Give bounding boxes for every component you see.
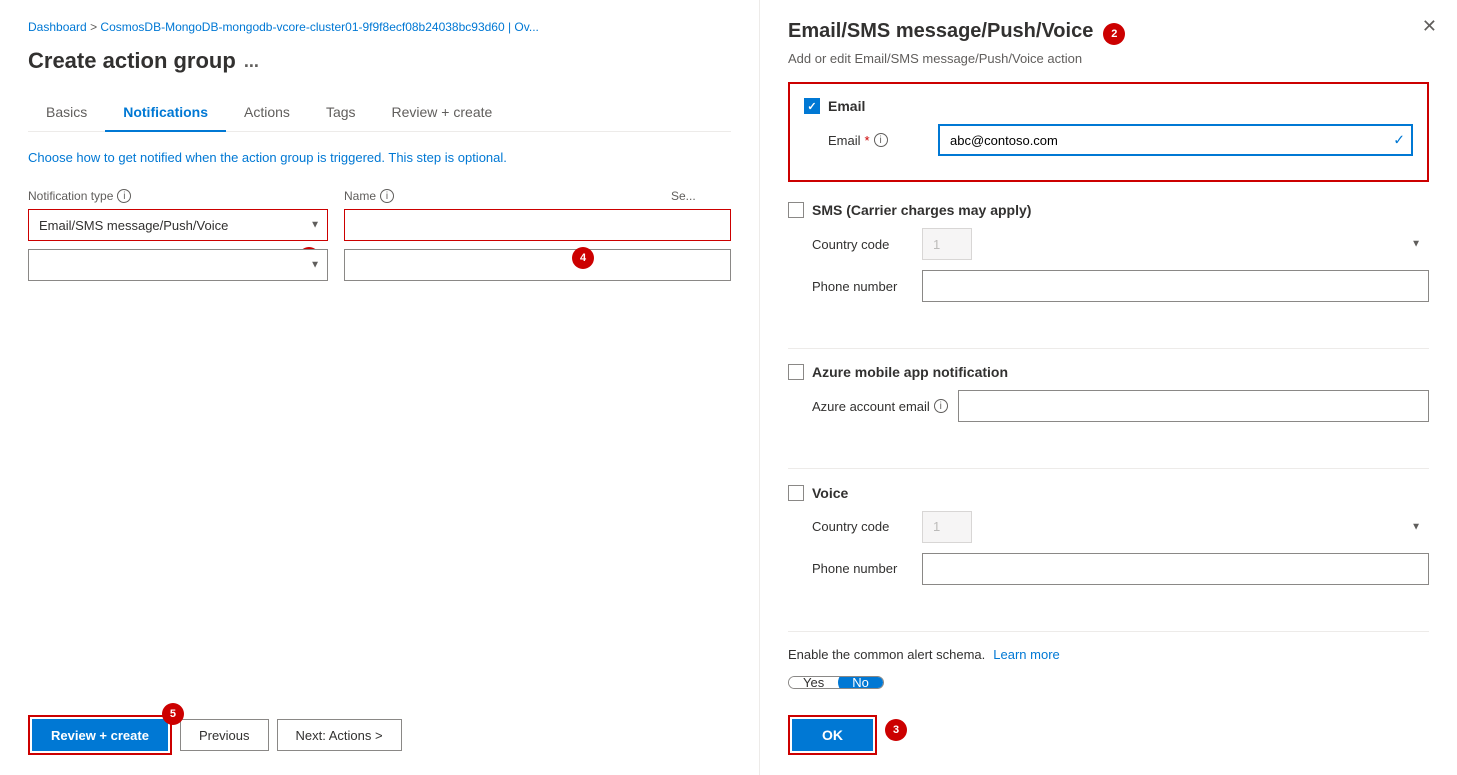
step-description: Choose how to get notified when the acti… [28, 150, 731, 165]
alert-schema-row: Enable the common alert schema. Learn mo… [788, 647, 1429, 662]
sms-checkbox[interactable] [788, 202, 804, 218]
next-actions-button[interactable]: Next: Actions > [277, 719, 402, 751]
step-badge-3: 3 [885, 719, 907, 741]
notification-type-select-wrapper-2: ▼ [28, 249, 328, 281]
review-create-border: Review + create [28, 715, 172, 755]
toggle-yes-button[interactable]: Yes [789, 676, 838, 689]
left-panel: Dashboard > CosmosDB-MongoDB-mongodb-vco… [0, 0, 760, 775]
table-row: ▼ [28, 249, 731, 281]
step-badge-5: 5 [162, 703, 184, 725]
email-field-row: Email * i ✓ [804, 124, 1413, 156]
review-create-button[interactable]: Review + create [32, 719, 168, 751]
ok-button-border: OK [788, 715, 877, 755]
azure-account-email-input[interactable] [958, 390, 1429, 422]
panel-title: Email/SMS message/Push/Voice [788, 20, 1093, 43]
notification-rows: Email/SMS message/Push/Voice ▼ 1 4 ▼ [28, 209, 731, 281]
notification-type-select-wrapper: Email/SMS message/Push/Voice ▼ [28, 209, 328, 241]
col-type-header: Notification type i [28, 189, 328, 203]
sms-section: SMS (Carrier charges may apply) Country … [788, 202, 1429, 312]
learn-more-link[interactable]: Learn more [993, 647, 1059, 662]
email-input[interactable] [938, 124, 1413, 156]
table-header: Notification type i Name i Se... [28, 189, 731, 203]
voice-country-label: Country code [812, 519, 912, 534]
notification-type-info-icon[interactable]: i [117, 189, 131, 203]
sms-checkbox-row: SMS (Carrier charges may apply) [788, 202, 1429, 218]
tabs: Basics Notifications Actions Tags Review… [28, 94, 731, 132]
close-panel-button[interactable]: ✕ [1422, 16, 1437, 37]
sms-country-chevron-icon: ▼ [1411, 239, 1421, 250]
azure-app-section-title: Azure mobile app notification [812, 364, 1008, 380]
azure-app-checkbox[interactable] [788, 364, 804, 380]
bottom-buttons: Review + create 5 Previous Next: Actions… [28, 685, 731, 755]
breadcrumb-dashboard[interactable]: Dashboard [28, 20, 87, 34]
ok-button[interactable]: OK [792, 719, 873, 751]
col-se-header: Se... [671, 189, 731, 203]
voice-checkbox-row: Voice [788, 485, 1429, 501]
breadcrumb-resource[interactable]: CosmosDB-MongoDB-mongodb-vcore-cluster01… [100, 20, 538, 34]
voice-country-code-select: 1 [922, 511, 972, 543]
azure-account-email-row: Azure account email i [788, 390, 1429, 422]
alert-schema-label: Enable the common alert schema. [788, 647, 985, 662]
sms-phone-label: Phone number [812, 279, 912, 294]
notification-type-select-row2[interactable] [28, 249, 328, 281]
panel-subtitle: Add or edit Email/SMS message/Push/Voice… [788, 51, 1125, 66]
ok-button-area: OK 3 [788, 705, 1429, 755]
sms-country-label: Country code [812, 237, 912, 252]
email-input-wrapper: ✓ [938, 124, 1413, 156]
email-section: Email Email * i ✓ [788, 82, 1429, 182]
email-checkbox[interactable] [804, 98, 820, 114]
right-panel: Email/SMS message/Push/Voice 2 Add or ed… [760, 0, 1457, 775]
azure-account-email-label: Azure account email i [812, 399, 948, 414]
panel-header: Email/SMS message/Push/Voice 2 Add or ed… [788, 20, 1429, 82]
email-section-title: Email [828, 98, 865, 114]
alert-schema-toggle: Yes No [788, 676, 884, 689]
azure-email-info-icon[interactable]: i [934, 399, 948, 413]
email-info-icon[interactable]: i [874, 133, 888, 147]
sms-country-code-row: Country code 1 ▼ [788, 228, 1429, 260]
tab-notifications[interactable]: Notifications [105, 94, 226, 132]
breadcrumb: Dashboard > CosmosDB-MongoDB-mongodb-vco… [28, 20, 731, 34]
sms-section-title: SMS (Carrier charges may apply) [812, 202, 1031, 218]
notification-type-select-row1[interactable]: Email/SMS message/Push/Voice [28, 209, 328, 241]
previous-button[interactable]: Previous [180, 719, 269, 751]
voice-country-code-wrapper: 1 ▼ [922, 511, 1429, 543]
col-name-header: Name i [344, 189, 655, 203]
sms-country-code-wrapper: 1 ▼ [922, 228, 1429, 260]
tab-actions[interactable]: Actions [226, 94, 308, 132]
tab-basics[interactable]: Basics [28, 94, 105, 132]
required-star: * [865, 133, 870, 148]
voice-section-title: Voice [812, 485, 848, 501]
voice-country-chevron-icon: ▼ [1411, 521, 1421, 532]
name-info-icon[interactable]: i [380, 189, 394, 203]
sms-phone-input[interactable] [922, 270, 1429, 302]
table-row: Email/SMS message/Push/Voice ▼ 1 4 [28, 209, 731, 241]
notification-name-input-row1[interactable] [344, 209, 731, 241]
step-badge-4: 4 [572, 247, 594, 269]
voice-checkbox[interactable] [788, 485, 804, 501]
tab-review-create[interactable]: Review + create [374, 94, 511, 132]
voice-phone-row: Phone number [788, 553, 1429, 585]
step-badge-2: 2 [1103, 23, 1125, 45]
page-title-more[interactable]: ... [244, 51, 259, 72]
review-create-wrapper: Review + create 5 [28, 715, 172, 755]
panel-title-group: Email/SMS message/Push/Voice 2 Add or ed… [788, 20, 1125, 82]
azure-app-section: Azure mobile app notification Azure acco… [788, 364, 1429, 432]
check-icon: ✓ [1393, 132, 1405, 149]
page-title: Create action group ... [28, 48, 731, 74]
tab-tags[interactable]: Tags [308, 94, 374, 132]
toggle-no-button[interactable]: No [838, 676, 883, 689]
email-checkbox-row: Email [804, 98, 1413, 114]
sms-phone-row: Phone number [788, 270, 1429, 302]
sms-country-code-select: 1 [922, 228, 972, 260]
azure-app-checkbox-row: Azure mobile app notification [788, 364, 1429, 380]
notification-name-input-row2[interactable] [344, 249, 731, 281]
voice-section: Voice Country code 1 ▼ Phone number [788, 485, 1429, 595]
voice-phone-input[interactable] [922, 553, 1429, 585]
voice-phone-label: Phone number [812, 561, 912, 576]
email-field-label: Email * i [828, 133, 928, 148]
voice-country-code-row: Country code 1 ▼ [788, 511, 1429, 543]
